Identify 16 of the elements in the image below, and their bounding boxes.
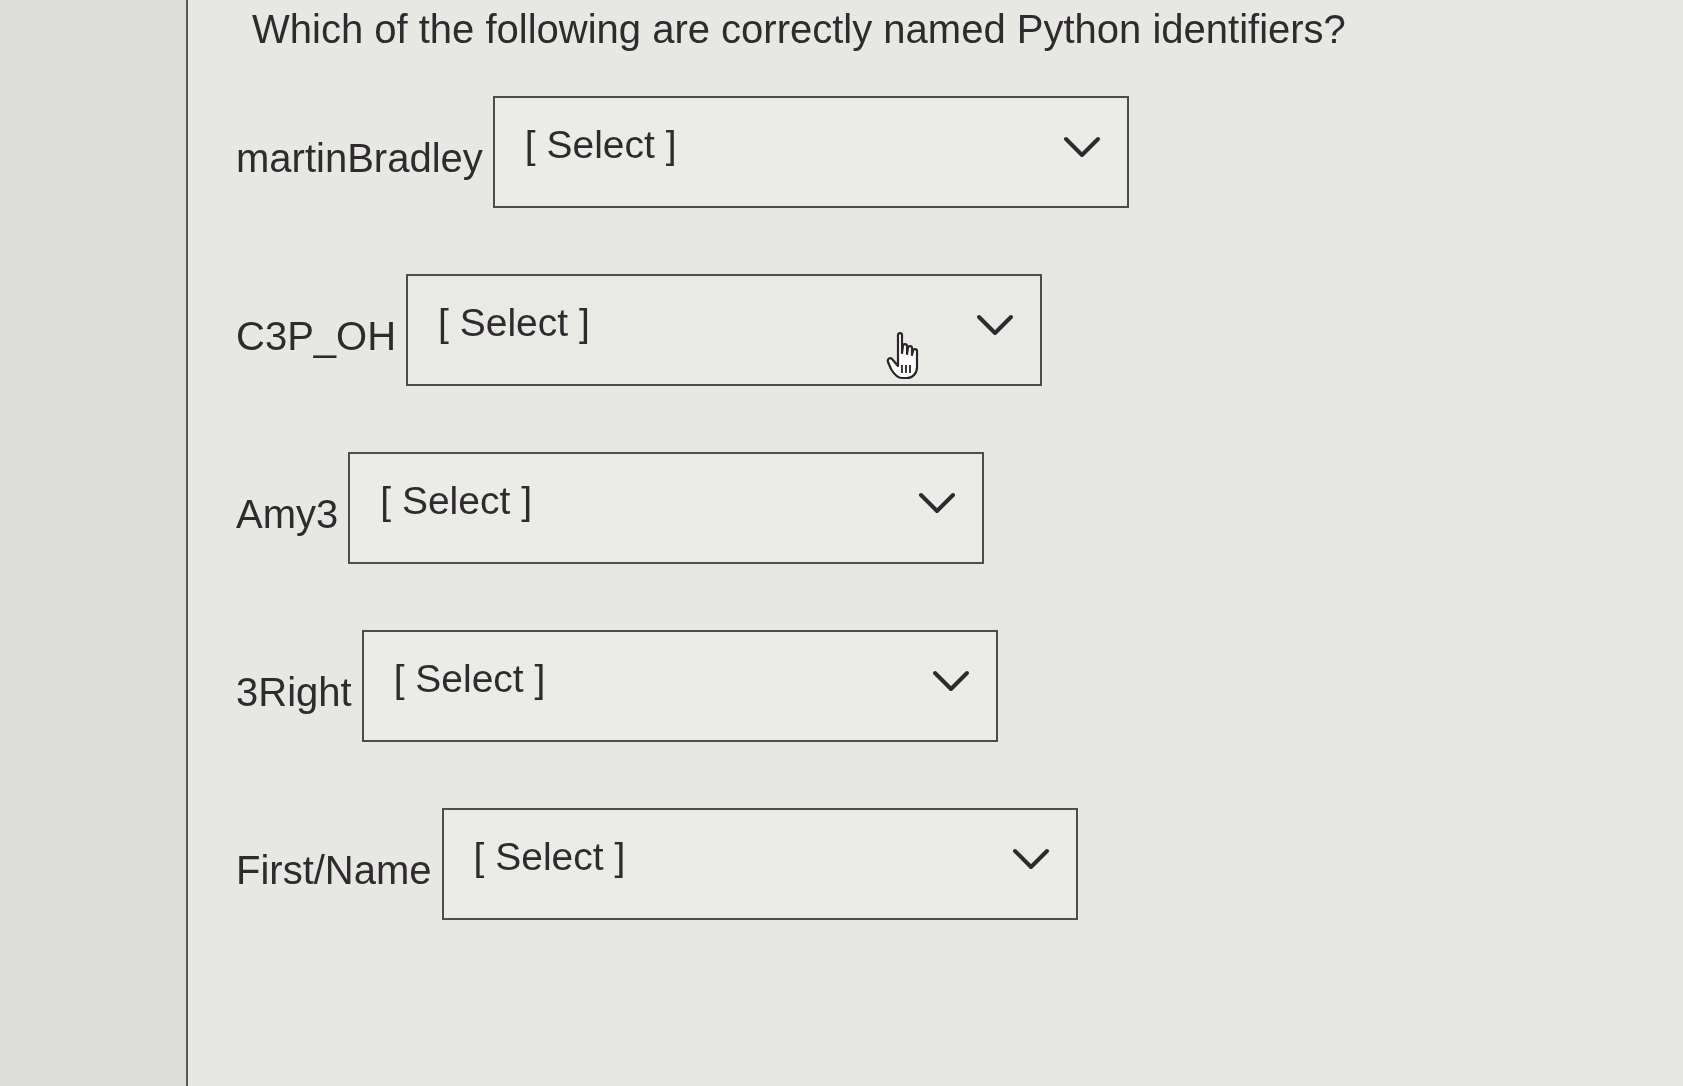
chevron-down-icon xyxy=(931,670,970,692)
chevron-down-icon xyxy=(1062,136,1101,158)
answer-select[interactable]: [ Select ] xyxy=(406,274,1043,386)
chevron-down-icon xyxy=(976,314,1015,336)
identifier-label: martinBradley xyxy=(236,135,483,182)
identifier-label: First/Name xyxy=(236,847,432,894)
question-text: Which of the following are correctly named Python identifiers? xyxy=(252,6,1346,53)
identifier-label: Amy3 xyxy=(236,491,339,538)
answer-select[interactable]: [ Select ] xyxy=(441,808,1078,920)
answer-select[interactable]: [ Select ] xyxy=(492,96,1129,208)
chevron-down-icon xyxy=(918,492,957,514)
answer-select[interactable]: [ Select ] xyxy=(361,630,998,742)
identifier-label: C3P_OH xyxy=(236,313,397,360)
chevron-down-icon xyxy=(1011,848,1050,870)
answer-select[interactable]: [ Select ] xyxy=(348,452,985,564)
identifier-label: 3Right xyxy=(236,669,352,716)
